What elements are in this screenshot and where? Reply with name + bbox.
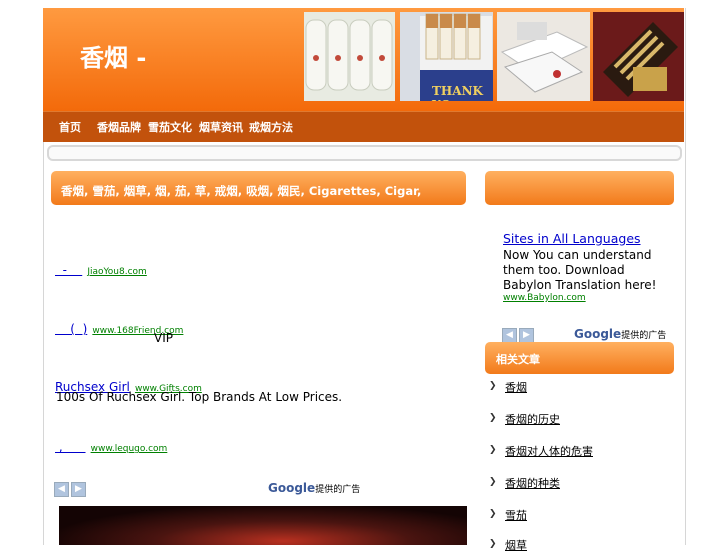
google-logo: Google	[268, 481, 316, 495]
nav-item-5[interactable]: 戒烟方法	[249, 119, 293, 135]
sidebar-header	[485, 171, 674, 205]
search-bar-strip	[47, 145, 682, 161]
sidebar-google-ad: Sites in All Languages Now You can under…	[503, 231, 663, 303]
sidebar-link[interactable]: 烟草	[505, 537, 527, 553]
ads-by-suffix: 提供的广告	[621, 331, 667, 341]
cigarette-ends-photo	[304, 12, 395, 101]
ad-link[interactable]: ,	[55, 440, 86, 454]
banner-image	[59, 506, 467, 545]
ad-description: VIP	[154, 331, 173, 345]
photo-caption: THANK YO	[432, 84, 483, 101]
ads-by-google-label[interactable]: Google提供的广告	[268, 481, 360, 495]
chevron-right-icon[interactable]: ▶	[71, 482, 86, 497]
nav-item-2[interactable]: 香烟品牌	[97, 119, 141, 135]
ad-url[interactable]: JiaoYou8.com	[87, 267, 147, 277]
chevron-left-icon[interactable]: ◀	[502, 328, 517, 343]
google-ads-block	[51, 242, 357, 498]
ad-description: 100s Of Ruchsex Girl. Top Brands At Low …	[56, 390, 343, 404]
chevron-right-icon[interactable]: ▶	[519, 328, 534, 343]
sidebar-link[interactable]: 香烟	[505, 379, 527, 395]
arrow-icon: ❯	[489, 509, 497, 519]
ads-by-google-label[interactable]: Google提供的广告	[574, 327, 666, 341]
arrow-icon: ❯	[489, 381, 497, 391]
site-title[interactable]: 香烟 -	[80, 38, 146, 73]
ad-link[interactable]: -	[55, 263, 82, 277]
nav-item-4[interactable]: 烟草资讯	[199, 119, 243, 135]
arrow-icon: ❯	[489, 413, 497, 423]
google-logo: Google	[574, 327, 622, 341]
ad-item-1: - JiaoYou8.com	[55, 259, 147, 278]
sidebar-link[interactable]: 雪茄	[505, 507, 527, 523]
sidebar-link[interactable]: 香烟的历史	[505, 411, 560, 427]
nav-item-3[interactable]: 雪茄文化	[148, 119, 192, 135]
nav-item-home[interactable]: 首页	[59, 119, 81, 135]
arrow-icon: ❯	[489, 477, 497, 487]
ad-url[interactable]: www.lequgo.com	[91, 444, 168, 454]
ads-by-suffix: 提供的广告	[315, 485, 361, 495]
cigarette-pack-thank-you-photo: THANK YO	[400, 12, 493, 101]
cigarette-boxes-photo	[497, 12, 590, 101]
sidebar-ad-description: Now You can understand them too. Downloa…	[503, 248, 657, 292]
main-section-title: 香烟, 雪茄, 烟草, 烟, 茄, 草, 戒烟, 吸烟, 烟民, Cigaret…	[61, 184, 422, 224]
sidebar-ad-link[interactable]: Sites in All Languages	[503, 231, 663, 246]
arrow-icon: ❯	[489, 445, 497, 455]
cigarette-case-photo	[593, 12, 684, 101]
sidebar-ad-url[interactable]: www.Babylon.com	[503, 293, 663, 303]
ad-link[interactable]: ( )	[55, 322, 87, 336]
sidebar-link[interactable]: 香烟的种类	[505, 475, 560, 491]
arrow-icon: ❯	[489, 539, 497, 549]
chevron-left-icon[interactable]: ◀	[54, 482, 69, 497]
related-articles-title: 相关文章	[496, 353, 540, 366]
sidebar-link[interactable]: 香烟对人体的危害	[505, 443, 593, 459]
ad-item-4: , www.lequgo.com	[55, 436, 168, 455]
